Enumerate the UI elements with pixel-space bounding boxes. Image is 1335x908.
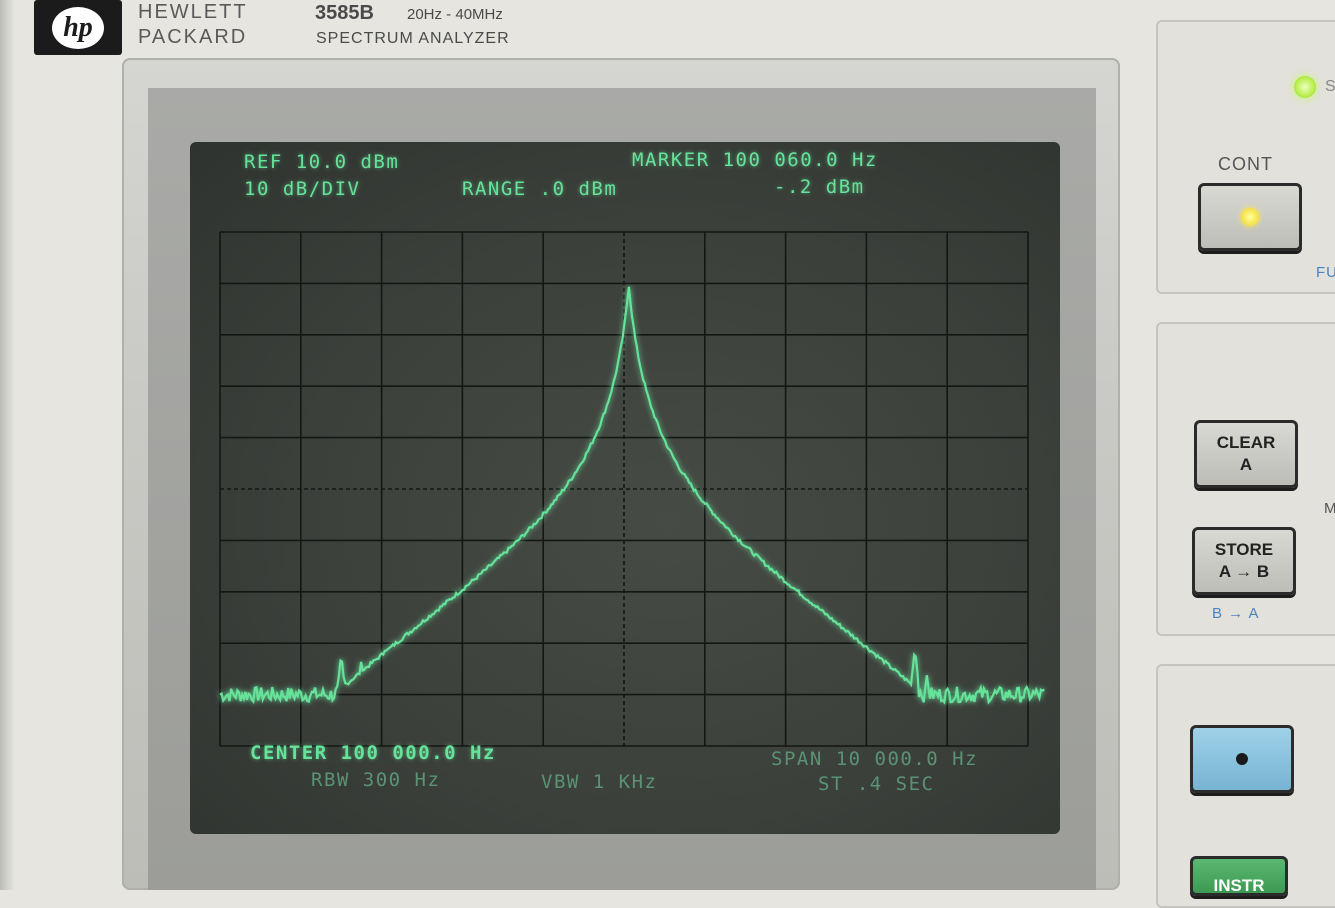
model-number: 3585B (315, 2, 374, 24)
crt-screen (190, 142, 1060, 834)
instrument-left-edge (0, 0, 14, 890)
blue-shift-button-dot (1236, 753, 1248, 765)
brand-line-1: HEWLETT (138, 1, 248, 23)
b-to-a-shift-label: B → A (1212, 605, 1260, 622)
model-name: SPECTRUM ANALYZER (316, 30, 510, 47)
status-led (1294, 76, 1316, 98)
graticule (219, 231, 1029, 747)
cont-label: CONT (1218, 154, 1273, 174)
clear-a-line-2: A (1239, 455, 1253, 474)
rbw-readout: RBW 300 Hz (311, 769, 441, 791)
marker-frequency-readout: MARKER 100 060.0 Hz (632, 149, 878, 171)
spectrum-trace (219, 286, 1045, 705)
m-label: M (1324, 500, 1335, 517)
brand-line-2: PACKARD (138, 26, 248, 48)
cont-button[interactable] (1198, 183, 1302, 251)
span-readout: SPAN 10 000.0 Hz (771, 748, 979, 770)
vbw-readout: VBW 1 KHz (541, 771, 658, 793)
range-readout: RANGE .0 dBm (462, 178, 618, 200)
store-a-to-b-button[interactable]: STORE A → B (1192, 527, 1296, 595)
marker-level-readout: -.2 dBm (774, 176, 865, 198)
spectrum-display (219, 231, 1045, 747)
ref-level-readout: REF 10.0 dBm (244, 151, 400, 173)
instr-button[interactable]: INSTR (1190, 856, 1288, 896)
sweep-time-readout: ST .4 SEC (818, 773, 935, 795)
center-frequency-readout: CENTER 100 000.0 Hz (250, 742, 496, 764)
instrument-header: hp HEWLETT PACKARD 3585B 20Hz - 40MHz SP… (0, 0, 1150, 60)
blue-shift-button[interactable] (1190, 725, 1294, 793)
hp-logo: hp (34, 0, 122, 55)
hp-logo-mark: hp (52, 6, 104, 49)
brand-name: HEWLETT PACKARD (138, 0, 248, 50)
model-frequency-range: 20Hz - 40MHz (407, 6, 503, 23)
clear-a-button[interactable]: CLEAR A (1194, 420, 1298, 488)
store-line-2: A → B (1218, 562, 1270, 581)
status-led-label: S (1325, 78, 1335, 95)
cont-indicator-led (1241, 208, 1259, 226)
clear-a-line-1: CLEAR (1216, 433, 1276, 452)
scale-readout: 10 dB/DIV (244, 178, 361, 200)
store-line-1: STORE (1214, 540, 1274, 559)
function-label: FU (1316, 264, 1335, 281)
instr-label: INSTR (1213, 876, 1265, 895)
